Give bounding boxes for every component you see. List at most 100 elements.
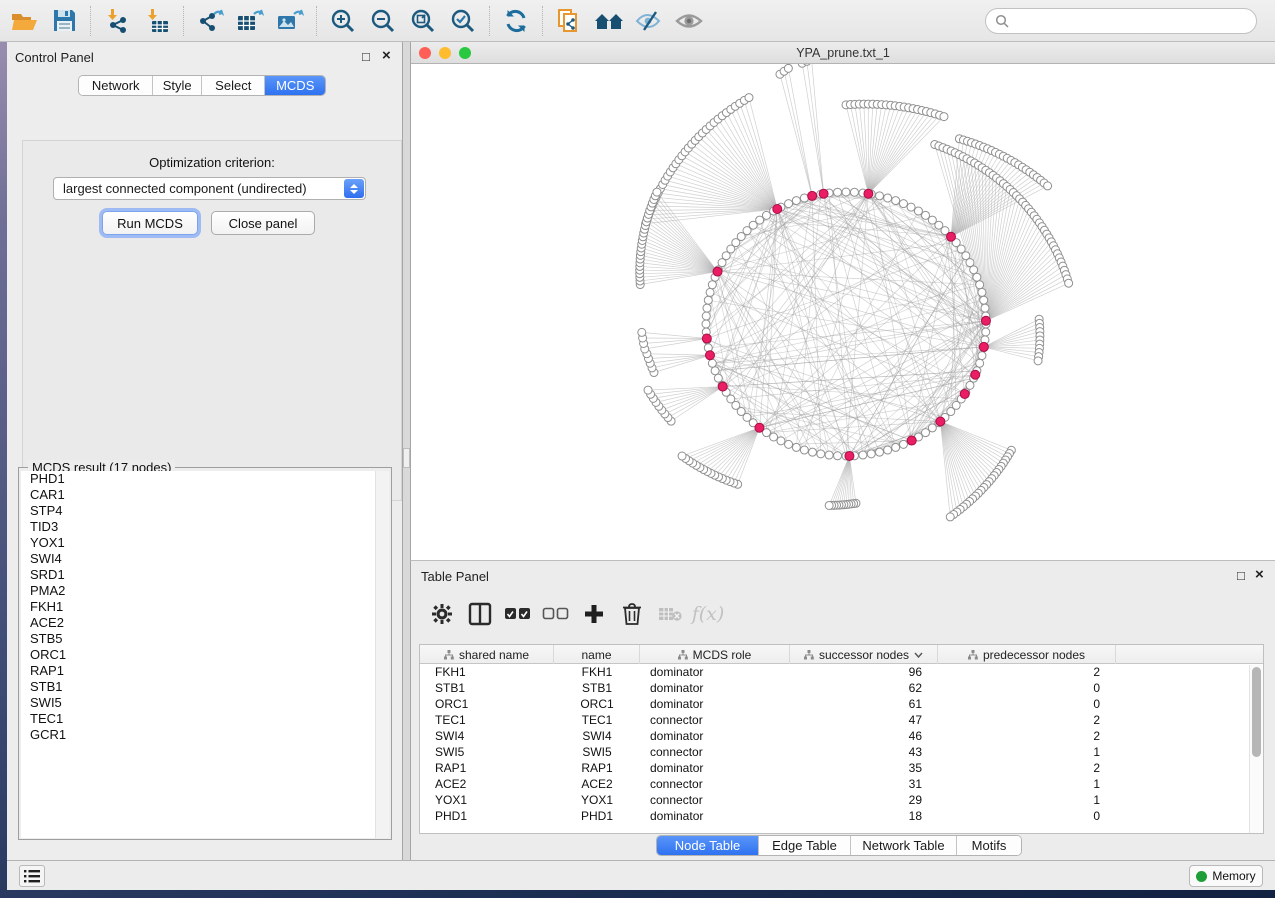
mcds-result-item[interactable]: PHD1 bbox=[21, 471, 377, 487]
network-leaf-node[interactable] bbox=[825, 501, 833, 509]
select-all-button[interactable] bbox=[503, 599, 533, 629]
network-hub-node[interactable] bbox=[907, 436, 916, 445]
network-leaf-node[interactable] bbox=[678, 452, 686, 460]
table-scrollbar-thumb[interactable] bbox=[1252, 667, 1261, 757]
network-ring-node[interactable] bbox=[714, 374, 722, 382]
network-ring-node[interactable] bbox=[711, 367, 719, 375]
deselect-all-button[interactable] bbox=[541, 599, 571, 629]
export-table-button[interactable] bbox=[230, 4, 270, 38]
network-ring-node[interactable] bbox=[825, 451, 833, 459]
column-header-mcds-role[interactable]: MCDS role bbox=[640, 645, 790, 664]
network-ring-node[interactable] bbox=[706, 288, 714, 296]
network-ring-node[interactable] bbox=[777, 437, 785, 445]
network-ring-node[interactable] bbox=[976, 359, 984, 367]
network-ring-node[interactable] bbox=[770, 433, 778, 441]
mcds-result-item[interactable]: TEC1 bbox=[21, 711, 377, 727]
network-ring-node[interactable] bbox=[762, 211, 770, 219]
network-leaf-node[interactable] bbox=[1065, 279, 1073, 287]
network-ring-node[interactable] bbox=[876, 448, 884, 456]
network-ring-node[interactable] bbox=[922, 429, 930, 437]
mcds-result-item[interactable]: TID3 bbox=[21, 519, 377, 535]
network-ring-node[interactable] bbox=[834, 452, 842, 460]
first-neighbors-button[interactable] bbox=[589, 4, 629, 38]
network-ring-node[interactable] bbox=[792, 197, 800, 205]
import-network-button[interactable] bbox=[97, 4, 137, 38]
network-ring-node[interactable] bbox=[978, 352, 986, 360]
hide-selected-button[interactable] bbox=[629, 4, 669, 38]
network-ring-node[interactable] bbox=[842, 188, 850, 196]
table-settings-button[interactable] bbox=[427, 599, 457, 629]
search-input[interactable] bbox=[1015, 14, 1256, 28]
network-ring-node[interactable] bbox=[785, 440, 793, 448]
network-hub-node[interactable] bbox=[819, 189, 828, 198]
table-row[interactable]: ACE2ACE2connector311 bbox=[420, 776, 1263, 792]
mcds-result-item[interactable]: ORC1 bbox=[21, 647, 377, 663]
network-ring-node[interactable] bbox=[702, 320, 710, 328]
close-table-panel-icon[interactable]: × bbox=[1255, 566, 1264, 583]
network-ring-node[interactable] bbox=[708, 359, 716, 367]
zoom-out-button[interactable] bbox=[363, 4, 403, 38]
mcds-result-item[interactable]: YOX1 bbox=[21, 535, 377, 551]
network-ring-node[interactable] bbox=[859, 451, 867, 459]
network-ring-node[interactable] bbox=[800, 446, 808, 454]
network-hub-node[interactable] bbox=[845, 451, 854, 460]
column-header-shared-name[interactable]: shared name bbox=[420, 645, 554, 664]
network-leaf-node[interactable] bbox=[745, 94, 753, 102]
network-hub-node[interactable] bbox=[979, 342, 988, 351]
delete-column-button[interactable] bbox=[617, 599, 647, 629]
network-ring-node[interactable] bbox=[876, 192, 884, 200]
zoom-fit-button[interactable] bbox=[403, 4, 443, 38]
network-ring-node[interactable] bbox=[973, 273, 981, 281]
open-session-button[interactable] bbox=[4, 4, 44, 38]
network-hub-node[interactable] bbox=[936, 417, 945, 426]
export-image-button[interactable] bbox=[270, 4, 310, 38]
network-leaf-node[interactable] bbox=[638, 328, 646, 336]
mcds-result-item[interactable]: STB1 bbox=[21, 679, 377, 695]
optimization-criterion-select[interactable]: largest connected component (undirected) bbox=[53, 177, 366, 200]
network-hub-node[interactable] bbox=[947, 232, 956, 241]
network-hub-node[interactable] bbox=[808, 191, 817, 200]
network-hub-node[interactable] bbox=[713, 267, 722, 276]
refresh-layout-button[interactable] bbox=[496, 4, 536, 38]
network-ring-node[interactable] bbox=[808, 448, 816, 456]
table-row[interactable]: RAP1RAP1dominator352 bbox=[420, 760, 1263, 776]
tab-network-table[interactable]: Network Table bbox=[851, 836, 957, 855]
column-header-predecessor-nodes[interactable]: predecessor nodes bbox=[938, 645, 1116, 664]
tab-style[interactable]: Style bbox=[153, 76, 202, 95]
network-leaf-node[interactable] bbox=[1034, 357, 1042, 365]
duplicate-network-button[interactable] bbox=[549, 4, 589, 38]
network-ring-node[interactable] bbox=[978, 288, 986, 296]
zoom-in-button[interactable] bbox=[323, 4, 363, 38]
network-ring-node[interactable] bbox=[834, 188, 842, 196]
table-row[interactable]: FKH1FKH1dominator962 bbox=[420, 664, 1263, 680]
network-leaf-node[interactable] bbox=[644, 386, 652, 394]
zoom-selected-button[interactable] bbox=[443, 4, 483, 38]
network-ring-node[interactable] bbox=[800, 194, 808, 202]
network-leaf-node[interactable] bbox=[946, 513, 954, 521]
table-row[interactable]: SWI4SWI4dominator462 bbox=[420, 728, 1263, 744]
mcds-result-item[interactable]: STP4 bbox=[21, 503, 377, 519]
mcds-result-item[interactable]: FKH1 bbox=[21, 599, 377, 615]
network-ring-node[interactable] bbox=[703, 304, 711, 312]
import-table-button[interactable] bbox=[137, 4, 177, 38]
network-ring-node[interactable] bbox=[899, 440, 907, 448]
save-session-button[interactable] bbox=[44, 4, 84, 38]
close-panel-button[interactable]: Close panel bbox=[211, 211, 315, 235]
network-ring-node[interactable] bbox=[892, 197, 900, 205]
network-hub-node[interactable] bbox=[705, 351, 714, 360]
mcds-list-scrollbar[interactable] bbox=[375, 471, 389, 838]
network-ring-node[interactable] bbox=[914, 207, 922, 215]
run-mcds-button[interactable]: Run MCDS bbox=[102, 211, 198, 235]
network-hub-node[interactable] bbox=[960, 389, 969, 398]
table-row[interactable]: STB1STB1dominator620 bbox=[420, 680, 1263, 696]
network-hub-node[interactable] bbox=[971, 370, 980, 379]
tab-select[interactable]: Select bbox=[202, 76, 265, 95]
network-ring-node[interactable] bbox=[970, 266, 978, 274]
search-box[interactable] bbox=[985, 8, 1257, 34]
show-all-button[interactable] bbox=[669, 4, 709, 38]
mcds-result-item[interactable]: SWI5 bbox=[21, 695, 377, 711]
network-ring-node[interactable] bbox=[981, 304, 989, 312]
tab-mcds[interactable]: MCDS bbox=[265, 76, 325, 95]
tab-motifs[interactable]: Motifs bbox=[957, 836, 1021, 855]
network-ring-node[interactable] bbox=[792, 443, 800, 451]
